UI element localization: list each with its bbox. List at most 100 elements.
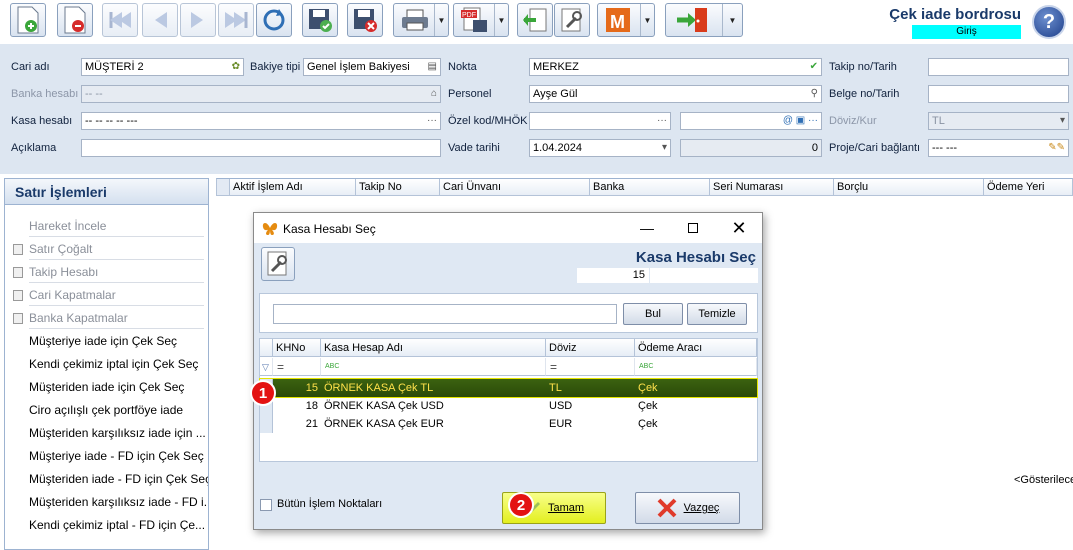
proje-field[interactable]: --- --- ✎✎ (928, 139, 1069, 157)
save-close-button[interactable] (347, 3, 383, 37)
table-row[interactable]: 18 ÖRNEK KASA Çek USD USD Çek (260, 397, 757, 415)
col-aktif-islem[interactable]: Aktif İşlem Adı (229, 179, 355, 195)
table-cell: EUR (549, 418, 573, 430)
doviz-kur-label: Döviz/Kur (829, 115, 877, 127)
personel-field[interactable]: Ayşe Gül ⚲ (529, 85, 822, 103)
chevron-down-icon[interactable]: ▾ (662, 140, 667, 156)
help-button[interactable]: ? (1032, 5, 1066, 39)
col-khno[interactable]: KHNo (273, 339, 321, 357)
col-seri-numarasi[interactable]: Seri Numarası (709, 179, 833, 195)
filter-odeme-araci[interactable]: ABC (635, 358, 757, 376)
person-search-icon[interactable]: ⚲ (811, 86, 818, 102)
email-icon[interactable]: @ ▣ ··· (783, 113, 818, 129)
col-odeme-yeri[interactable]: Ödeme Yeri (983, 179, 1072, 195)
list-icon[interactable]: ▤ (428, 59, 437, 75)
kasa-hesabi-field[interactable]: -- -- -- -- --- ··· (81, 112, 441, 130)
ellipsis-icon[interactable]: ··· (427, 113, 437, 129)
clear-button[interactable]: Temizle (687, 303, 747, 325)
row-operation-item[interactable]: Takip Hesabı (5, 261, 208, 283)
delete-document-button[interactable] (57, 3, 93, 37)
chevron-down-icon[interactable]: ▼ (722, 4, 742, 36)
dialog-count-spacer (650, 268, 758, 283)
table-row[interactable]: 15 ÖRNEK KASA Çek TL TL Çek (259, 378, 758, 398)
filter-kasa-hesap-adi[interactable]: ABC (321, 358, 546, 376)
row-operation-item[interactable]: Banka Kapatmalar (5, 307, 208, 329)
col-cari-unvani[interactable]: Cari Ünvanı (439, 179, 589, 195)
row-operation-item[interactable]: Müşteriye iade - FD için Çek Seç (5, 445, 208, 467)
kasa-hesabi-dialog: Kasa Hesabı Seç — ✕ Kasa Hesabı Seç 15 B… (253, 212, 763, 530)
chevron-down-icon[interactable]: ▼ (434, 4, 448, 36)
exit-button[interactable]: ▼ (665, 3, 743, 37)
ok-button-label: Tamam (547, 502, 585, 514)
check-icon[interactable]: ✔ (810, 59, 818, 75)
row-operation-item[interactable]: Cari Kapatmalar (5, 284, 208, 306)
document-icon (13, 313, 23, 324)
row-operation-item[interactable]: Müşteriden iade - FD için Çek Seç (5, 468, 208, 490)
row-operation-item[interactable]: Müşteriden iade için Çek Seç (5, 376, 208, 398)
print-button[interactable]: ▼ (393, 3, 449, 37)
row-operation-item[interactable]: Müşteriden karşılıksız iade için ... (5, 422, 208, 444)
chevron-down-icon[interactable]: ▼ (640, 4, 654, 36)
close-button[interactable]: ✕ (716, 213, 762, 243)
col-banka[interactable]: Banka (589, 179, 709, 195)
cancel-button[interactable]: Vazgeç (635, 492, 740, 524)
exit-door-icon (677, 8, 707, 32)
previous-record-button[interactable] (142, 3, 178, 37)
people-icon[interactable]: ✿ (232, 59, 240, 75)
ozel-kod-field[interactable]: ··· (529, 112, 671, 130)
save-button[interactable] (302, 3, 338, 37)
settings-button[interactable] (554, 3, 590, 37)
ellipsis-icon[interactable]: ··· (657, 113, 667, 129)
vade-tarihi-field[interactable]: 1.04.2024 ▾ (529, 139, 671, 157)
chevron-down-icon[interactable]: ▼ (494, 4, 508, 36)
dialog-titlebar[interactable]: Kasa Hesabı Seç — ✕ (254, 213, 762, 243)
col-doviz[interactable]: Döviz (546, 339, 635, 357)
link-edit-icon[interactable]: ✎✎ (1048, 140, 1065, 156)
export-pdf-button[interactable]: PDF ▼ (453, 3, 509, 37)
filter-doviz[interactable]: = (546, 358, 635, 376)
search-button[interactable]: Bul (623, 303, 683, 325)
refresh-button[interactable] (256, 3, 292, 37)
next-record-button[interactable] (180, 3, 216, 37)
minimize-button[interactable]: — (624, 213, 670, 243)
cari-adi-field[interactable]: MÜŞTERİ 2 ✿ (81, 58, 244, 76)
col-kasa-hesap-adi[interactable]: Kasa Hesap Adı (321, 339, 546, 357)
pdf-icon: PDF (461, 7, 487, 32)
col-borclu[interactable]: Borçlu (833, 179, 983, 195)
aciklama-field[interactable] (81, 139, 441, 157)
belge-no-field[interactable] (928, 85, 1069, 103)
kasa-hesabi-value: -- -- -- -- --- (85, 115, 138, 127)
maximize-button[interactable] (670, 213, 716, 243)
bakiye-tipi-field[interactable]: Genel İşlem Bakiyesi ▤ (303, 58, 441, 76)
table-row[interactable]: 21 ÖRNEK KASA Çek EUR EUR Çek (260, 415, 757, 433)
first-record-button[interactable] (102, 3, 138, 37)
dialog-settings-button[interactable] (261, 247, 295, 281)
m-module-button[interactable]: M ▼ (597, 3, 655, 37)
row-operation-item[interactable]: Müşteriden karşılıksız iade - FD i... (5, 491, 208, 513)
col-odeme-araci[interactable]: Ödeme Aracı (635, 339, 757, 357)
svg-text:PDF: PDF (462, 12, 476, 19)
belge-no-label: Belge no/Tarih (829, 88, 900, 100)
row-operation-item[interactable]: Ciro açılışlı çek portföye iade (5, 399, 208, 421)
filter-icon[interactable]: ▽ (260, 358, 273, 376)
row-operation-item[interactable]: Kendi çekimiz iptal - FD için Çe... (5, 514, 208, 536)
row-operation-item[interactable]: Satır Çoğalt (5, 238, 208, 260)
last-record-button[interactable] (218, 3, 254, 37)
row-operation-label: Müşteriden karşılıksız iade - FD i... (29, 495, 208, 509)
row-operation-item[interactable]: Hareket İncele (5, 215, 208, 237)
new-document-icon (17, 6, 39, 34)
first-icon (109, 12, 131, 28)
row-operation-item[interactable]: Kendi çekimiz iptal için Çek Seç (5, 353, 208, 375)
col-takip-no[interactable]: Takip No (355, 179, 439, 195)
nokta-field[interactable]: MERKEZ ✔ (529, 58, 822, 76)
row-indicator[interactable] (260, 415, 273, 433)
search-input[interactable] (273, 304, 617, 324)
row-operation-item[interactable]: Müşteriye iade için Çek Seç (5, 330, 208, 352)
takip-no-field[interactable] (928, 58, 1069, 76)
mhok-field[interactable]: @ ▣ ··· (680, 112, 822, 130)
filter-khno[interactable]: = (273, 358, 321, 376)
new-document-button[interactable] (10, 3, 46, 37)
import-button[interactable] (517, 3, 553, 37)
all-points-checkbox[interactable] (260, 499, 272, 511)
row-operation-label: Satır Çoğalt (29, 242, 93, 256)
